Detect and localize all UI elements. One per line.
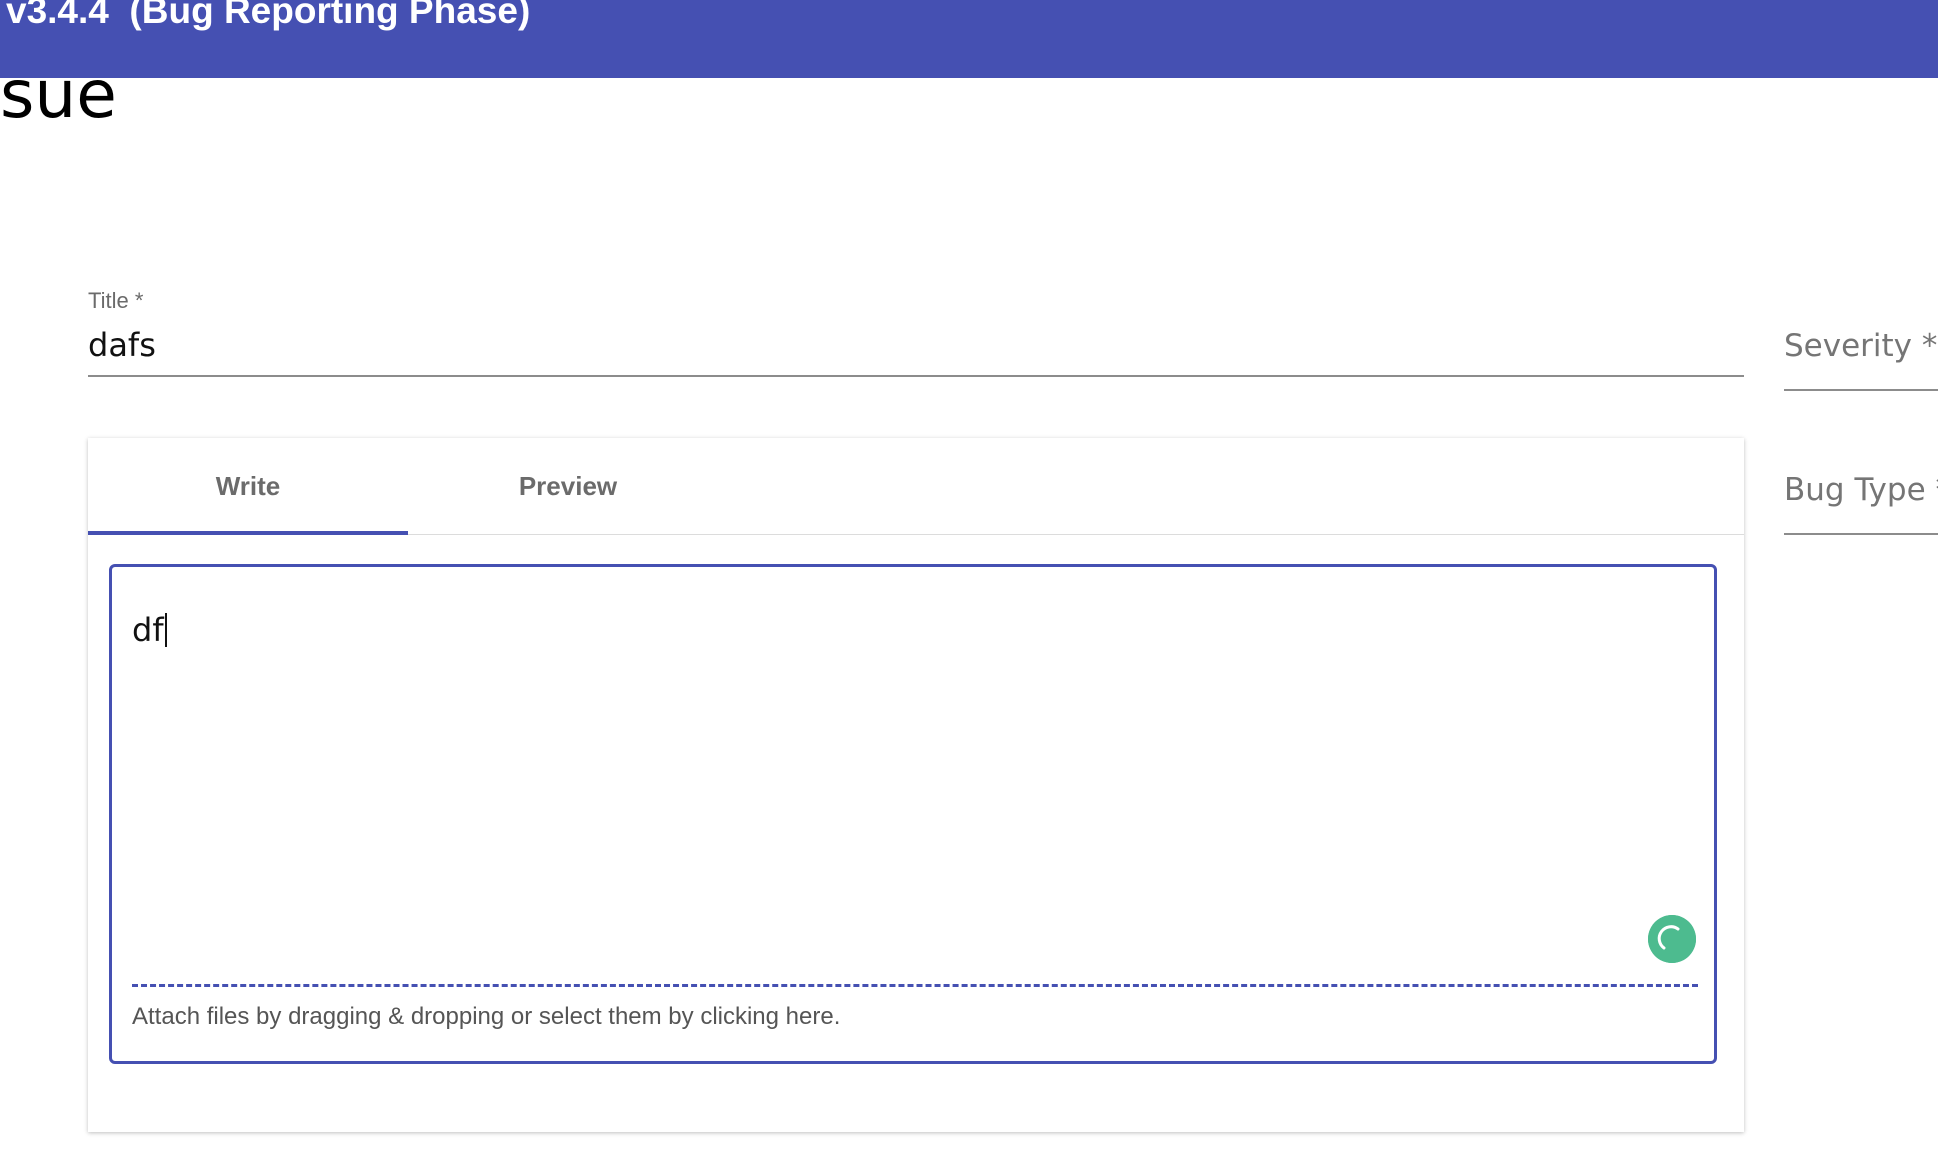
description-textarea[interactable]: df Attach files by dragging & dropping o… [109,564,1717,1064]
title-field[interactable]: Title * [88,288,1744,378]
title-label: Title * [88,288,144,313]
tab-preview[interactable]: Preview [408,438,728,534]
attach-divider [132,984,1698,987]
bug-type-label: Bug Type * [1784,472,1938,508]
app-header: v3.4.4 (Bug Reporting Phase) [0,0,1938,78]
text-caret [164,613,167,647]
active-tab-indicator [88,531,408,535]
bug-type-underline [1784,533,1938,535]
editor-tabs: Write Preview [88,438,1744,535]
tab-write[interactable]: Write [88,438,408,534]
textarea-text: df [132,611,164,649]
app-title: v3.4.4 (Bug Reporting Phase) [6,0,531,31]
title-input[interactable] [88,324,1744,366]
title-underline [88,375,1744,377]
bug-type-select[interactable]: Bug Type * [1784,472,1938,536]
textarea-content[interactable]: df [132,611,167,649]
attach-files-link[interactable]: Attach files by dragging & dropping or s… [132,1003,840,1031]
loading-spinner-icon [1648,915,1696,963]
severity-label: Severity * [1784,328,1938,364]
severity-select[interactable]: Severity * [1784,328,1938,392]
page-heading: sue [0,56,117,133]
severity-underline [1784,389,1938,391]
description-editor: Write Preview df Attach files by draggin… [88,438,1744,1132]
